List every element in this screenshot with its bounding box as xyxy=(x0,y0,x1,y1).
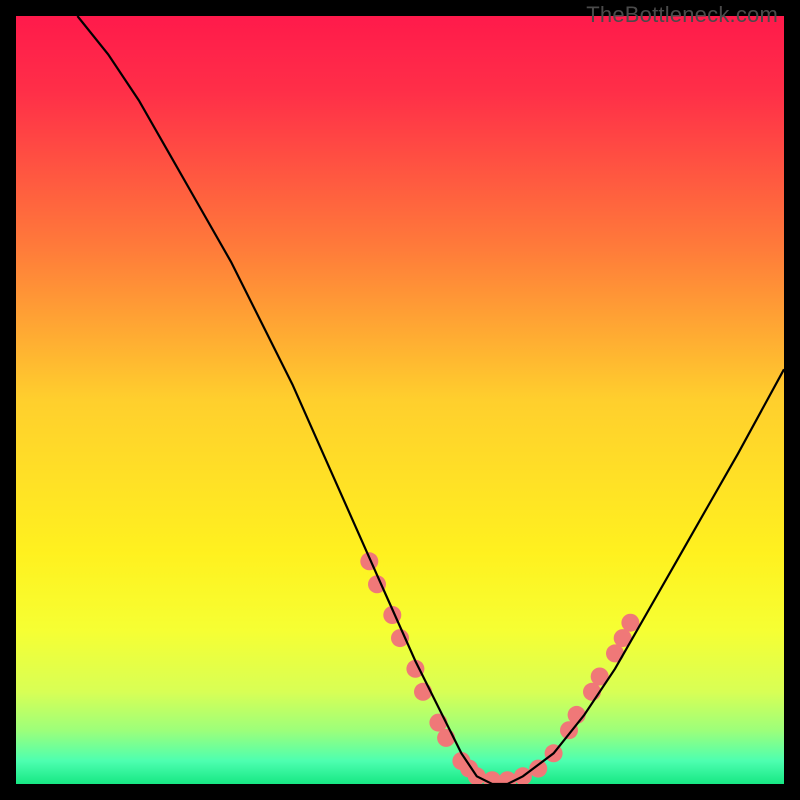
chart-frame xyxy=(16,16,784,784)
chart-background xyxy=(16,16,784,784)
marker-dot xyxy=(583,683,601,701)
marker-dot xyxy=(437,729,455,747)
bottleneck-chart xyxy=(16,16,784,784)
watermark-label: TheBottleneck.com xyxy=(586,2,778,28)
marker-dot xyxy=(560,721,578,739)
marker-dot xyxy=(429,714,447,732)
marker-dot xyxy=(414,683,432,701)
